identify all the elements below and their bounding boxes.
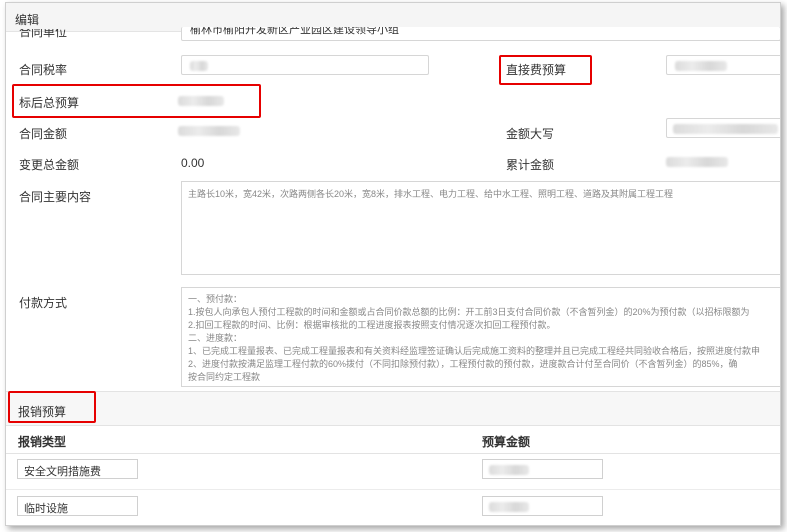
- contract-amount-label: 合同金额: [19, 127, 68, 141]
- budget-amount-redacted: [489, 502, 529, 512]
- direct-budget-input[interactable]: [666, 55, 780, 75]
- edit-dialog: 编辑 合同单位 榆林市榆阳开发新区产业园区建设领导小组 合同税率 直接费预算 标…: [5, 2, 781, 526]
- dialog-title: 编辑: [15, 13, 40, 27]
- change-total-label: 变更总金额: [19, 158, 80, 172]
- change-total-value: 0.00: [181, 156, 205, 170]
- budget-amount-input[interactable]: [482, 496, 603, 516]
- cumulative-amount-label: 累计金额: [506, 158, 555, 172]
- contract-unit-label: 合同单位: [19, 29, 68, 39]
- budget-amount-redacted: [489, 465, 529, 475]
- expense-type-input[interactable]: 安全文明措施费: [17, 459, 138, 479]
- tax-rate-redacted: [190, 61, 208, 71]
- amount-upper-label: 金额大写: [506, 127, 555, 141]
- contract-unit-input[interactable]: 榆林市榆阳开发新区产业园区建设领导小组: [181, 27, 780, 41]
- post-bid-budget-redacted: [178, 96, 224, 106]
- highlight-expense-budget: [8, 391, 96, 423]
- col-budget-amount: 预算金额: [482, 435, 531, 449]
- col-expense-type: 报销类型: [18, 435, 67, 449]
- main-content-label: 合同主要内容: [19, 190, 92, 204]
- row-divider: [6, 489, 780, 490]
- cumulative-amount-redacted: [666, 157, 728, 167]
- expense-table-header: 报销类型 预算金额: [6, 425, 780, 454]
- direct-budget-redacted: [675, 61, 727, 71]
- payment-method-textarea[interactable]: 一、预付款： 1.按包人向承包人预付工程款的时间和金额或占合同价款总额的比例：开…: [181, 287, 780, 387]
- contract-amount-redacted: [178, 126, 240, 136]
- tax-rate-input[interactable]: [181, 55, 429, 75]
- amount-upper-redacted: [673, 124, 778, 134]
- amount-upper-input[interactable]: [666, 118, 780, 138]
- payment-method-label: 付款方式: [19, 296, 68, 310]
- budget-amount-input[interactable]: [482, 459, 603, 479]
- tax-rate-label: 合同税率: [19, 63, 68, 77]
- expense-budget-section-header: 报销预算: [6, 391, 780, 426]
- highlight-direct-budget: [499, 55, 592, 85]
- expense-type-input[interactable]: 临时设施: [17, 496, 138, 516]
- main-content-textarea[interactable]: 主路长10米，宽42米，次路两侧各长20米，宽8米，排水工程、电力工程、给中水工…: [181, 181, 780, 275]
